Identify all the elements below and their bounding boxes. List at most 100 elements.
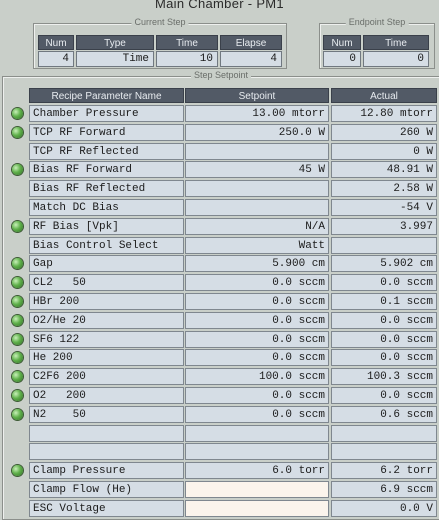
setpoint-cell <box>185 424 329 442</box>
status-led-icon <box>12 220 23 232</box>
table-row: ESC Voltage 0.0 V <box>0 499 439 519</box>
parameter-name-cell: O2/He 20 <box>29 311 184 329</box>
actual-cell: 0.0 V <box>331 499 437 517</box>
actual-cell: 3.997 <box>331 217 437 235</box>
table-row: N2 50 0.0 sccm 0.6 sccm <box>0 405 439 425</box>
current-step-time-field: 10 <box>156 51 218 67</box>
table-row: Clamp Pressure 6.0 torr 6.2 torr <box>0 462 439 481</box>
recipe-parameter-name-header: Recipe Parameter Name <box>29 88 184 103</box>
current-step-title: Current Step <box>131 17 189 27</box>
status-led-icon <box>12 352 23 364</box>
actual-cell: 0 W <box>331 142 437 160</box>
table-row: CL2 50 0.0 sccm 0.0 sccm <box>0 274 439 293</box>
table-row: O2/He 20 0.0 sccm 0.0 sccm <box>0 311 439 331</box>
table-row: Bias Control Select Watt <box>0 236 439 256</box>
setpoint-cell: Watt <box>185 236 329 254</box>
table-row: TCP RF Forward 250.0 W 260 W <box>0 123 439 143</box>
parameter-name-cell <box>29 443 184 461</box>
setpoint-cell: 5.900 cm <box>185 255 329 273</box>
actual-cell: 0.6 sccm <box>331 405 437 423</box>
parameter-name-cell: Match DC Bias <box>29 199 184 216</box>
parameter-name-cell: RF Bias [Vpk] <box>29 217 184 235</box>
parameter-name-cell: CL2 50 <box>29 274 184 292</box>
setpoint-cell <box>185 142 329 160</box>
actual-cell: 6.9 sccm <box>331 481 437 498</box>
actual-cell <box>331 443 437 461</box>
actual-cell: 260 W <box>331 123 437 141</box>
actual-cell <box>331 236 437 254</box>
table-row: C2F6 200 100.0 sccm 100.3 sccm <box>0 368 439 387</box>
table-row: Bias RF Reflected 2.58 W <box>0 180 439 199</box>
status-led-icon <box>12 314 23 326</box>
setpoint-cell: 6.0 torr <box>185 462 329 480</box>
current-step-time-header: Time <box>156 35 218 50</box>
actual-cell: 0.0 sccm <box>331 387 437 404</box>
parameter-name-cell: O2 200 <box>29 387 184 404</box>
setpoint-cell: 0.0 sccm <box>185 405 329 423</box>
parameter-name-cell: ESC Voltage <box>29 499 184 517</box>
endpoint-step-time-header: Time <box>363 35 429 50</box>
parameter-name-cell <box>29 424 184 442</box>
step-setpoint-title: Step Setpoint <box>190 70 252 80</box>
setpoint-cell: 0.0 sccm <box>185 311 329 329</box>
status-led-icon <box>12 465 23 477</box>
status-led-icon <box>12 258 23 270</box>
table-row: O2 200 0.0 sccm 0.0 sccm <box>0 387 439 406</box>
parameter-name-cell: SF6 122 <box>29 330 184 348</box>
setpoint-cell: 0.0 sccm <box>185 349 329 367</box>
setpoint-cell: 0.0 sccm <box>185 387 329 404</box>
parameter-name-cell: N2 50 <box>29 405 184 423</box>
status-led-icon <box>12 277 23 289</box>
table-row: Chamber Pressure 13.00 mtorr 12.80 mtorr <box>0 105 439 124</box>
setpoint-cell[interactable] <box>185 481 329 498</box>
parameter-name-cell: C2F6 200 <box>29 368 184 386</box>
status-led-icon <box>12 408 23 420</box>
setpoint-cell: 0.0 sccm <box>185 293 329 310</box>
current-step-elapse-header: Elapse <box>220 35 282 50</box>
table-row <box>0 443 439 462</box>
setpoint-header: Setpoint <box>185 88 329 103</box>
actual-cell: 5.902 cm <box>331 255 437 273</box>
status-led-icon <box>12 390 23 401</box>
status-led-icon <box>12 108 23 119</box>
table-row: He 200 0.0 sccm 0.0 sccm <box>0 349 439 368</box>
actual-cell: 0.1 sccm <box>331 293 437 310</box>
table-row: Match DC Bias -54 V <box>0 199 439 218</box>
parameter-name-cell: Bias RF Forward <box>29 161 184 179</box>
parameter-name-cell: HBr 200 <box>29 293 184 310</box>
parameter-name-cell: Chamber Pressure <box>29 105 184 122</box>
endpoint-step-time-field: 0 <box>363 51 429 67</box>
table-row: HBr 200 0.0 sccm 0.1 sccm <box>0 293 439 312</box>
actual-cell <box>331 424 437 442</box>
current-step-num-field: 4 <box>38 51 74 67</box>
setpoint-cell: 0.0 sccm <box>185 330 329 348</box>
setpoint-cell <box>185 199 329 216</box>
setpoint-cell <box>185 180 329 198</box>
parameter-name-cell: TCP RF Reflected <box>29 142 184 160</box>
parameter-name-cell: Clamp Flow (He) <box>29 481 184 498</box>
table-row: Clamp Flow (He) 6.9 sccm <box>0 481 439 500</box>
status-led-icon <box>12 164 23 176</box>
status-led-icon <box>12 333 23 345</box>
setpoint-cell[interactable] <box>185 499 329 517</box>
actual-cell: 12.80 mtorr <box>331 105 437 122</box>
actual-cell: 0.0 sccm <box>331 349 437 367</box>
table-row: TCP RF Reflected 0 W <box>0 142 439 162</box>
parameter-name-cell: Bias Control Select <box>29 236 184 254</box>
window-title: Main Chamber - PM1 <box>155 0 284 11</box>
parameter-name-cell: TCP RF Forward <box>29 123 184 141</box>
status-led-icon <box>12 296 23 307</box>
actual-cell: 6.2 torr <box>331 462 437 480</box>
table-row: RF Bias [Vpk] N/A 3.997 <box>0 217 439 237</box>
actual-cell: 48.91 W <box>331 161 437 179</box>
setpoint-cell: 0.0 sccm <box>185 274 329 292</box>
current-step-num-header: Num <box>38 35 74 50</box>
setpoint-cell: N/A <box>185 217 329 235</box>
actual-header: Actual <box>331 88 437 103</box>
actual-cell: 0.0 sccm <box>331 330 437 348</box>
actual-cell: 2.58 W <box>331 180 437 198</box>
actual-cell: 100.3 sccm <box>331 368 437 386</box>
current-step-type-field: Time <box>76 51 154 67</box>
endpoint-step-num-field: 0 <box>323 51 361 67</box>
current-step-type-header: Type <box>76 35 154 50</box>
